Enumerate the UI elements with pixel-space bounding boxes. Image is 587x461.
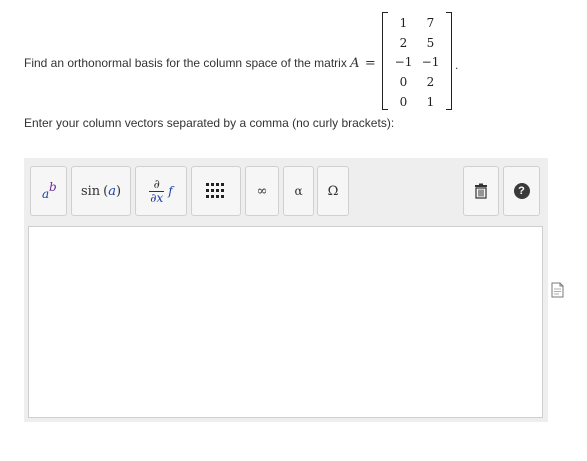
matrix-cell: 1 (399, 16, 408, 30)
derivative-denominator: ∂x (149, 190, 165, 205)
help-circle-icon: ? (513, 183, 530, 199)
derivative-button[interactable]: ∂ ∂x f (135, 166, 187, 216)
matrix-button[interactable] (191, 166, 241, 216)
matrix-cell: 1 (426, 95, 435, 109)
math-editor: a b sin (a) ∂ ∂x f ∞ α Ω ? (24, 158, 548, 422)
alpha-button[interactable]: α (283, 166, 314, 216)
matrix-icon (206, 183, 224, 198)
matrix-row: 1 7 (390, 14, 444, 32)
trash-icon (475, 183, 487, 199)
superscript-button[interactable]: a b (30, 166, 67, 216)
matrix-cell: −1 (394, 55, 413, 69)
sin-function-button[interactable]: sin (a) (71, 166, 131, 216)
sin-label: sin (80, 183, 101, 199)
matrix: 1 7 2 5 −1 −1 0 2 0 1 (382, 10, 452, 112)
matrix-cell: 5 (426, 36, 435, 50)
question-text: Find an orthonormal basis for the column… (24, 56, 378, 71)
superscript-icon: a b (42, 180, 57, 201)
derivative-function: f (168, 184, 173, 198)
matrix-cell: 0 (399, 95, 408, 109)
alpha-symbol: α (294, 184, 303, 198)
sentence-period: . (455, 58, 459, 72)
matrix-row: 0 1 (390, 93, 444, 111)
sin-argument: a (108, 183, 116, 199)
document-icon[interactable] (551, 282, 564, 298)
question-prefix: Find an orthonormal basis for the column… (24, 56, 347, 70)
help-button[interactable]: ? (503, 166, 540, 216)
matrix-row: −1 −1 (390, 53, 444, 71)
clear-button[interactable] (463, 166, 499, 216)
matrix-cell: 2 (399, 36, 408, 50)
equals-sign: = (364, 56, 376, 71)
omega-symbol: Ω (327, 183, 339, 199)
answer-input[interactable] (28, 226, 543, 418)
omega-button[interactable]: Ω (317, 166, 349, 216)
matrix-row: 0 2 (390, 73, 444, 91)
matrix-left-bracket (382, 12, 388, 110)
matrix-cell: 7 (426, 16, 435, 30)
infinity-symbol: ∞ (256, 183, 268, 199)
matrix-cell: 2 (426, 75, 435, 89)
matrix-cell: −1 (421, 55, 440, 69)
answer-instruction: Enter your column vectors separated by a… (24, 116, 395, 130)
svg-text:b: b (49, 180, 57, 194)
derivative-numerator: ∂ (153, 176, 160, 191)
matrix-row: 2 5 (390, 34, 444, 52)
infinity-button[interactable]: ∞ (245, 166, 279, 216)
matrix-variable: A (350, 56, 360, 71)
matrix-right-bracket (446, 12, 452, 110)
matrix-cell: 0 (399, 75, 408, 89)
